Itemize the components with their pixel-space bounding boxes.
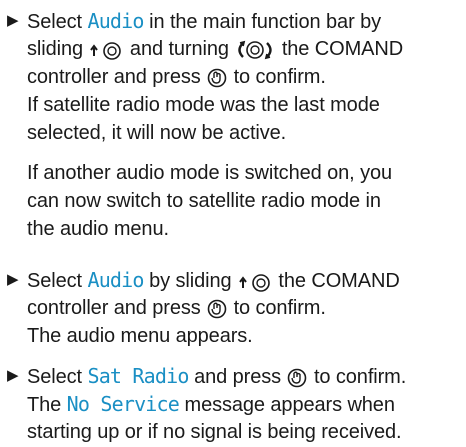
step1-line1: Select Audio in the main function bar by [27,8,382,33]
step1-line6: If another audio mode is switched on, yo… [27,161,393,184]
step2-line2: controller and press to confirm. [27,297,326,320]
press-controller-icon [206,67,228,89]
slide-up-controller-icon [237,271,273,293]
highlight-audio: Audio [87,8,144,33]
step1-line2: sliding and turning the COMAND [27,37,404,61]
step1-line4: If satellite radio mode was the last mod… [27,94,380,117]
highlight-no-service: No Service [66,391,180,416]
step1-line3: controller and press to confirm. [27,66,326,89]
step1-line5: selected, it will now be active. [27,122,287,145]
step2-line3: The audio menu appears. [27,325,253,348]
press-controller-icon [286,367,308,389]
highlight-sat-radio: Sat Radio [87,363,189,388]
triangle-right-bullet-icon: ▶ [7,270,19,288]
triangle-right-bullet-icon: ▶ [7,366,19,384]
step1-line7: can now switch to satellite radio mode i… [27,190,381,213]
step3-line3: starting up or if no signal is being rec… [27,421,402,444]
step2-line1: Select Audio by sliding the COMAND [27,267,400,293]
press-controller-icon [206,298,228,320]
highlight-audio: Audio [87,267,144,292]
step1-line8: the audio menu. [27,218,169,241]
manual-page: ▶ Select Audio in the main function bar … [0,0,466,447]
triangle-right-bullet-icon: ▶ [7,11,19,29]
slide-up-controller-icon [88,39,124,61]
step3-line2: The No Service message appears when [27,391,395,416]
step3-line1: Select Sat Radio and press to confirm. [27,363,407,389]
turn-controller-icon [234,39,276,61]
